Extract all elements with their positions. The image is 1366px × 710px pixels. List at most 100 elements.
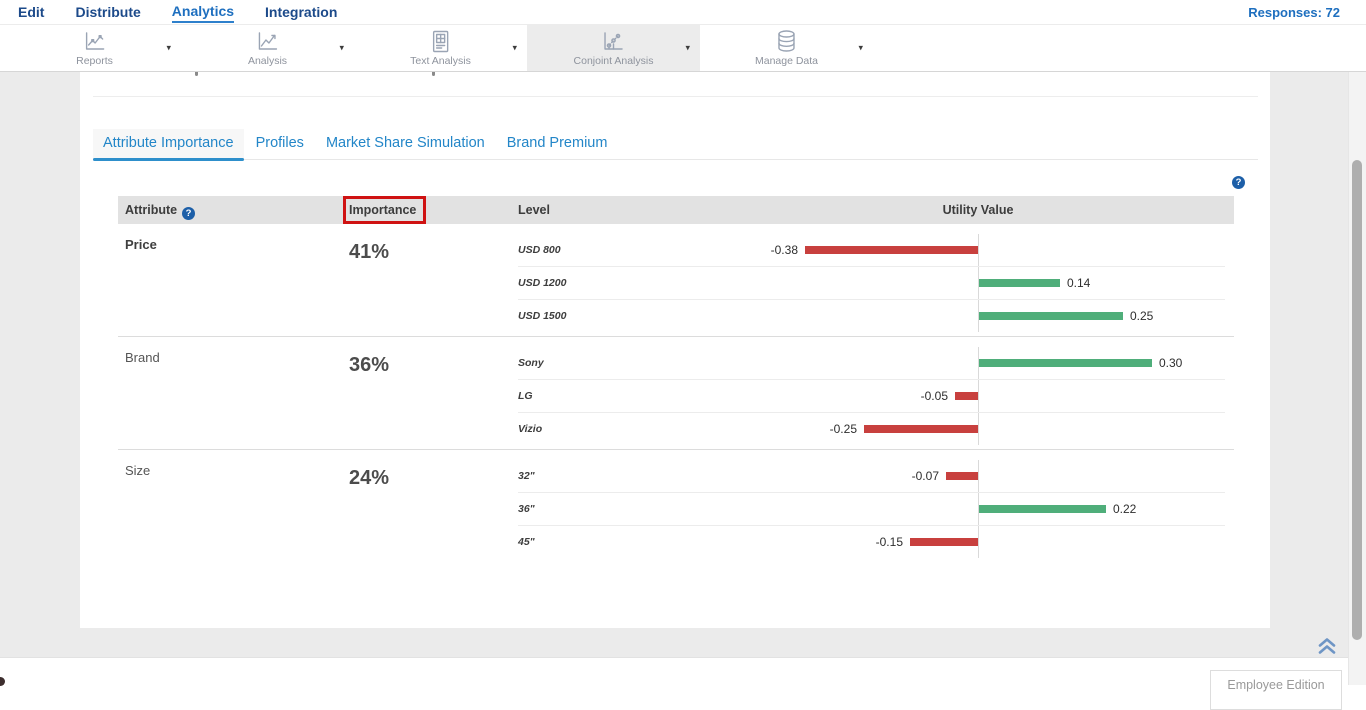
nav-item-edit[interactable]: Edit <box>18 3 44 21</box>
level-row: 45" -0.15 <box>518 526 1225 558</box>
toolbar-button-analysis[interactable]: Analysis <box>248 30 287 67</box>
toolbar-button-reports[interactable]: Reports <box>76 30 113 67</box>
edition-badge: Employee Edition <box>1210 670 1342 710</box>
highlight-box-importance <box>343 196 426 224</box>
header-attribute: Attribute? <box>125 203 195 220</box>
level-label: Vizio <box>518 423 542 435</box>
reports-chart-icon <box>81 30 107 54</box>
level-label: 45" <box>518 536 535 548</box>
level-rows: 32" -0.07 36" 0.22 45" -0.15 <box>518 460 1225 558</box>
dropdown-caret-icon[interactable]: ▾ <box>508 39 521 58</box>
level-rows: USD 800 -0.38 USD 1200 0.14 USD 1500 0.25 <box>518 234 1225 332</box>
level-label: USD 800 <box>518 244 561 256</box>
toolbar-button-label: Reports <box>76 55 113 67</box>
utility-value: -0.38 <box>771 243 798 257</box>
toolbar-button-conjoint-analysis[interactable]: Conjoint Analysis <box>574 30 654 67</box>
top-navigation: Edit Distribute Analytics Integration Respo… <box>0 0 1366 25</box>
clipped-text-artifact <box>195 72 198 76</box>
level-label: USD 1500 <box>518 310 566 322</box>
clipped-text-artifact <box>432 72 435 76</box>
tab-attribute-importance[interactable]: Attribute Importance <box>93 129 244 159</box>
content-card: Attribute ImportanceProfilesMarket Share… <box>80 72 1270 628</box>
utility-value: -0.05 <box>921 389 948 403</box>
zero-axis-line <box>978 380 979 412</box>
utility-bar <box>805 246 978 254</box>
utility-bar <box>910 538 978 546</box>
utility-bar <box>979 505 1106 513</box>
utility-bar <box>955 392 978 400</box>
database-icon <box>774 30 798 54</box>
help-icon[interactable]: ? <box>1232 176 1245 189</box>
toolbar-button-text-analysis[interactable]: Text Analysis <box>410 30 471 67</box>
level-row: USD 1500 0.25 <box>518 300 1225 332</box>
divider <box>93 96 1258 97</box>
attribute-group-brand: Brand 36% Sony0.30 LG -0.05 Vizio -0.25 <box>118 337 1234 450</box>
utility-value: 0.25 <box>1130 309 1153 323</box>
bottom-bar <box>0 657 1349 686</box>
attribute-name: Price <box>125 237 157 252</box>
attribute-importance-table: Attribute? Importance Level Utility Valu… <box>118 196 1234 562</box>
tab-brand-premium[interactable]: Brand Premium <box>497 129 618 159</box>
zero-axis-line <box>978 526 979 558</box>
attribute-group-size: Size 24% 32" -0.07 36" 0.22 45" -0.15 <box>118 450 1234 562</box>
attribute-group-price: Price 41% USD 800 -0.38 USD 1200 0.14 USD 1500… <box>118 224 1234 337</box>
utility-value: 0.14 <box>1067 276 1090 290</box>
toolbar-button-label: Text Analysis <box>410 55 471 67</box>
level-label: 32" <box>518 470 535 482</box>
help-icon[interactable]: ? <box>182 207 195 220</box>
utility-value: -0.07 <box>912 469 939 483</box>
nav-item-integration[interactable]: Integration <box>265 3 337 21</box>
dropdown-caret-icon[interactable]: ▾ <box>162 39 175 58</box>
level-row: Vizio -0.25 <box>518 413 1225 445</box>
level-rows: Sony0.30 LG -0.05 Vizio -0.25 <box>518 347 1225 445</box>
utility-value: 0.30 <box>1159 356 1182 370</box>
header-utility-value: Utility Value <box>908 203 1048 217</box>
tab-profiles[interactable]: Profiles <box>246 129 314 159</box>
nav-items: Edit Distribute Analytics Integration <box>18 2 368 23</box>
toolbar-group-conjoint-analysis: Conjoint Analysis ▾ <box>527 25 700 71</box>
dropdown-caret-icon[interactable]: ▾ <box>854 39 867 58</box>
analysis-chart-icon <box>254 30 280 54</box>
attribute-name: Brand <box>125 350 160 365</box>
dropdown-caret-icon[interactable]: ▾ <box>335 39 348 58</box>
table-header-row: Attribute? Importance Level Utility Valu… <box>118 196 1234 224</box>
utility-bar <box>864 425 978 433</box>
responses-count-link[interactable]: Responses: 72 <box>1248 5 1340 20</box>
level-label: LG <box>518 390 533 402</box>
analytics-toolbar: Reports▾Analysis▾Text Analysis▾Conjoint … <box>0 25 1366 72</box>
text-analysis-icon <box>428 30 452 54</box>
dropdown-caret-icon[interactable]: ▾ <box>681 39 694 58</box>
toolbar-button-label: Conjoint Analysis <box>574 55 654 67</box>
toolbar-group-reports: Reports ▾ <box>8 25 181 71</box>
header-level: Level <box>518 203 550 217</box>
importance-value: 24% <box>349 467 389 490</box>
utility-bar <box>979 312 1123 320</box>
utility-value: 0.22 <box>1113 502 1136 516</box>
importance-value: 41% <box>349 241 389 264</box>
utility-value: -0.15 <box>876 535 903 549</box>
level-row: Sony0.30 <box>518 347 1225 380</box>
zero-axis-line <box>978 460 979 492</box>
utility-bar <box>946 472 978 480</box>
table-body: Price 41% USD 800 -0.38 USD 1200 0.14 USD 1500… <box>118 224 1234 562</box>
level-label: 36" <box>518 503 535 515</box>
importance-value: 36% <box>349 354 389 377</box>
toolbar-group-text-analysis: Text Analysis ▾ <box>354 25 527 71</box>
level-row: 32" -0.07 <box>518 460 1225 493</box>
toolbar-button-label: Analysis <box>248 55 287 67</box>
level-label: USD 1200 <box>518 277 566 289</box>
toolbar-button-manage-data[interactable]: Manage Data <box>755 30 818 67</box>
utility-bar <box>979 279 1060 287</box>
utility-value: -0.25 <box>830 422 857 436</box>
conjoint-tabs: Attribute ImportanceProfilesMarket Share… <box>93 129 1258 160</box>
toolbar-group-manage-data: Manage Data ▾ <box>700 25 873 71</box>
nav-item-analytics[interactable]: Analytics <box>172 2 234 23</box>
nav-item-distribute[interactable]: Distribute <box>75 3 140 21</box>
level-row: LG -0.05 <box>518 380 1225 413</box>
scrollbar-thumb[interactable] <box>1352 160 1362 640</box>
zero-axis-line <box>978 413 979 445</box>
attribute-name: Size <box>125 463 150 478</box>
tab-market-share-simulation[interactable]: Market Share Simulation <box>316 129 495 159</box>
vertical-scrollbar[interactable] <box>1348 60 1366 685</box>
level-row: USD 1200 0.14 <box>518 267 1225 300</box>
